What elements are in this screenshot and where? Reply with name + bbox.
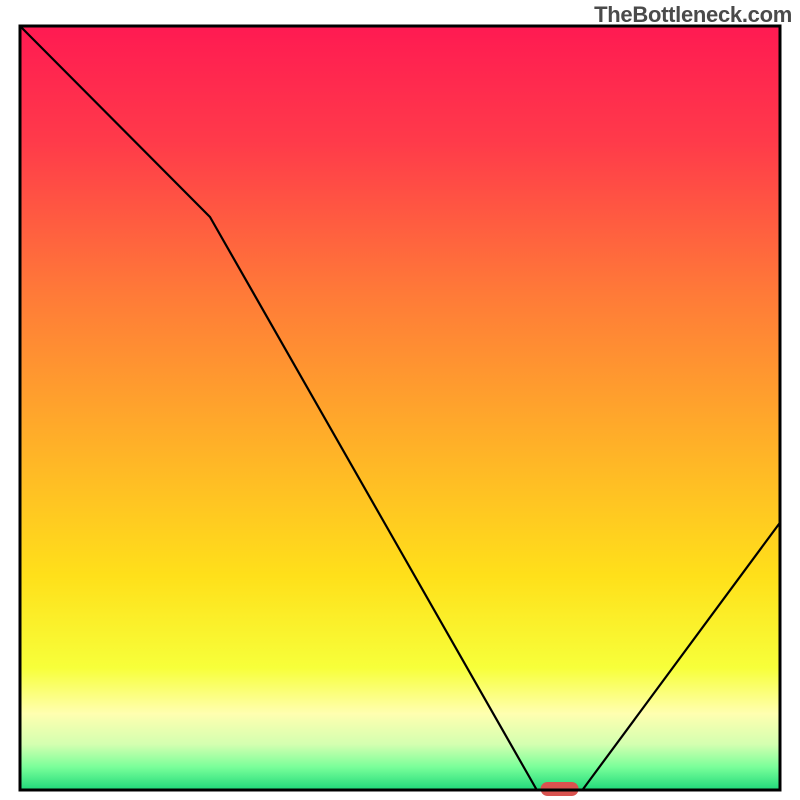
bottleneck-chart: TheBottleneck.com [0, 0, 800, 800]
watermark-text: TheBottleneck.com [594, 2, 792, 28]
chart-svg [0, 0, 800, 800]
